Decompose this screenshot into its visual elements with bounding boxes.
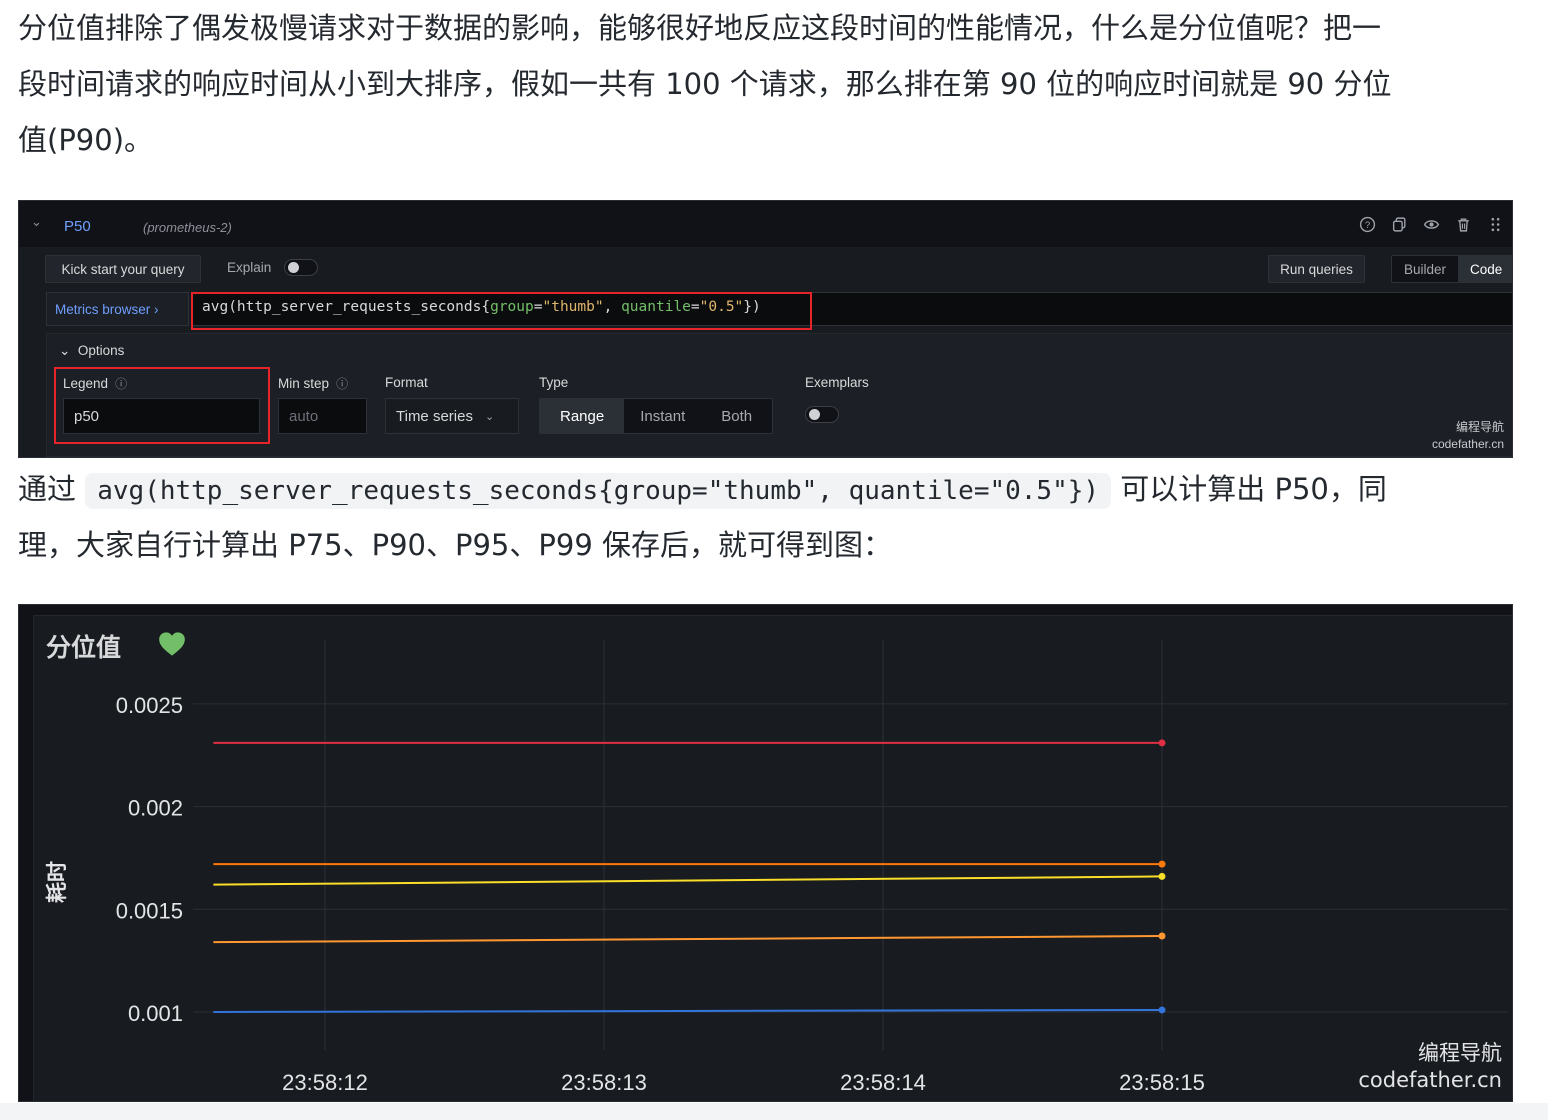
series-line: [213, 875, 1163, 886]
series-point: [1158, 739, 1166, 747]
series-point: [1158, 872, 1166, 880]
panel-title: 分位值: [46, 633, 122, 662]
series-point: [1158, 1006, 1166, 1014]
series-line: [213, 935, 1163, 944]
series-point: [1158, 860, 1166, 868]
x-tick-label: 23:58:14: [840, 1070, 926, 1095]
y-tick-label: 0.0025: [116, 693, 183, 718]
x-tick-label: 23:58:12: [282, 1070, 368, 1095]
chart-watermark: 编程导航 codefather.cn: [1358, 1040, 1502, 1094]
y-tick-label: 0.001: [128, 1001, 183, 1026]
heart-icon: [159, 632, 185, 656]
series-point: [1158, 932, 1166, 940]
chart-watermark-line-1: 编程导航: [1418, 1041, 1502, 1065]
quantile-chart: 0.0025 0.002 0.0015 0.001 23:58:12 23:58:13 23…: [45, 640, 1508, 1095]
y-axis-label: 耗时: [45, 861, 69, 903]
chart-watermark-line-2: codefather.cn: [1358, 1068, 1502, 1092]
page-bottom-strip: [0, 1103, 1548, 1120]
x-tick-label: 23:58:13: [561, 1070, 647, 1095]
y-tick-label: 0.0015: [116, 898, 183, 923]
y-tick-label: 0.002: [128, 796, 183, 821]
x-tick-label: 23:58:15: [1119, 1070, 1205, 1095]
